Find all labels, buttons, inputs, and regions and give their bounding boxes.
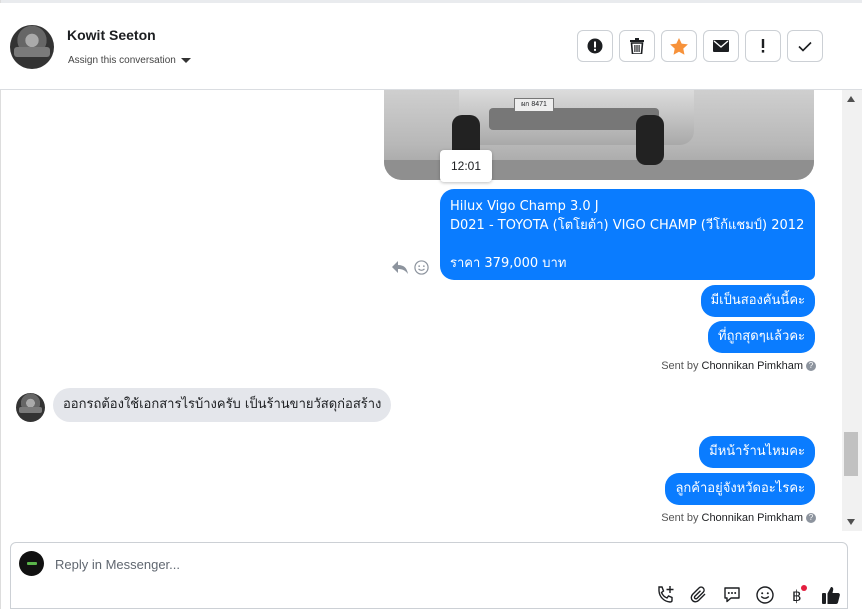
react-emoji-icon[interactable] <box>414 260 429 275</box>
sent-by-label: Sent by Chonnikan Pimkham ? <box>661 360 816 372</box>
notification-dot <box>801 585 807 591</box>
attach-button[interactable] <box>688 584 709 605</box>
reply-icon[interactable] <box>392 260 408 275</box>
sent-by-prefix: Sent by <box>661 512 699 524</box>
image-timestamp-tooltip: 12:01 <box>440 150 492 182</box>
envelope-icon <box>713 40 729 52</box>
emoji-icon <box>755 585 774 604</box>
reply-composer: ฿ <box>10 542 848 609</box>
star-shape <box>670 37 688 55</box>
follow-up-button[interactable] <box>745 30 781 62</box>
incoming-message[interactable]: ออกรถต้องใช้เอกสารไรบ้างครับ เป็นร้านขาย… <box>53 388 392 422</box>
reply-input[interactable] <box>55 553 615 575</box>
sent-by-agent-name[interactable]: Chonnikan Pimkham <box>702 360 804 372</box>
help-icon[interactable]: ? <box>806 513 816 523</box>
check-icon <box>798 41 812 52</box>
composer-tools: ฿ <box>655 584 841 605</box>
payment-button[interactable]: ฿ <box>787 584 808 605</box>
outgoing-message-cheapest[interactable]: ที่ถูกสุดๆแล้วคะ <box>708 321 815 353</box>
svg-text:฿: ฿ <box>792 587 802 605</box>
sent-by-prefix: Sent by <box>661 360 699 372</box>
outgoing-message-storefront[interactable]: มีหน้าร้านไหมคะ <box>699 436 815 468</box>
exclamation-icon <box>761 39 765 53</box>
trash-icon <box>630 38 644 54</box>
assign-label: Assign this conversation <box>68 55 176 66</box>
mark-unread-button[interactable] <box>703 30 739 62</box>
like-button[interactable] <box>820 584 841 605</box>
saved-replies-button[interactable] <box>721 584 742 605</box>
sent-by-agent-name[interactable]: Chonnikan Pimkham <box>702 512 804 524</box>
thread-scrollbar[interactable] <box>842 90 862 531</box>
phone-add-icon <box>657 585 673 603</box>
done-button[interactable] <box>787 30 823 62</box>
contact-avatar-small <box>16 393 45 422</box>
sent-by-label: Sent by Chonnikan Pimkham ? <box>661 512 816 524</box>
message-hover-actions <box>392 260 429 275</box>
scroll-up-arrow-icon[interactable] <box>847 96 855 102</box>
message-thread[interactable]: ผก 8471 12:01 Hilux Vigo Champ 3.0 J D02… <box>0 90 842 531</box>
header-actions <box>577 30 823 62</box>
spam-button[interactable] <box>577 30 613 62</box>
thumbs-up-icon <box>821 586 840 604</box>
page-avatar <box>19 551 44 576</box>
paperclip-icon <box>690 585 705 602</box>
car-wheel-right <box>636 115 664 165</box>
assign-conversation-dropdown[interactable]: Assign this conversation <box>68 55 191 66</box>
contact-name[interactable]: Kowit Seeton <box>67 27 156 43</box>
listing-line-model: Hilux Vigo Champ 3.0 J <box>450 199 599 214</box>
scrollbar-thumb[interactable] <box>844 432 858 476</box>
exclamation-circle-icon <box>587 38 603 54</box>
help-icon[interactable]: ? <box>806 361 816 371</box>
caret-down-icon <box>180 58 191 63</box>
outgoing-message-province[interactable]: ลูกค้าอยู่จังหวัดอะไรคะ <box>665 473 815 505</box>
listing-line-price: ราคา 379,000 บาท <box>450 256 567 271</box>
outgoing-message-two-cars[interactable]: มีเป็นสองคันนี้คะ <box>700 285 815 317</box>
star-icon <box>670 37 688 55</box>
scroll-down-arrow-icon[interactable] <box>847 519 855 525</box>
listing-line-spacer <box>450 235 805 254</box>
page-logo-mark <box>26 562 37 565</box>
conversation-header: Kowit Seeton Assign this conversation <box>0 3 862 90</box>
delete-button[interactable] <box>619 30 655 62</box>
contact-avatar[interactable] <box>10 25 54 69</box>
listing-line-code: D021 - TOYOTA (โตโยต้า) VIGO CHAMP (วีโก… <box>450 218 805 233</box>
star-button[interactable] <box>661 30 697 62</box>
saved-reply-icon <box>723 586 740 602</box>
emoji-button[interactable] <box>754 584 775 605</box>
phone-add-button[interactable] <box>655 584 676 605</box>
car-plate: ผก 8471 <box>514 98 554 112</box>
outgoing-message-listing[interactable]: Hilux Vigo Champ 3.0 J D021 - TOYOTA (โต… <box>440 189 815 280</box>
